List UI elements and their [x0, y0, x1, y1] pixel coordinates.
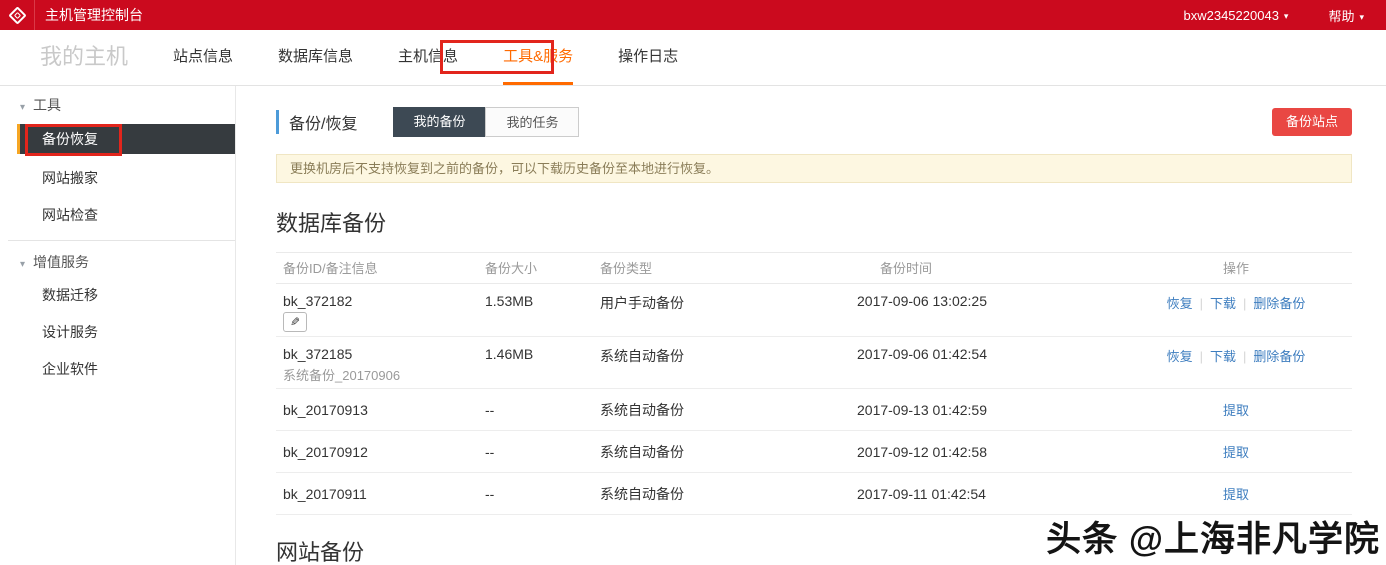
backup-type: 系统自动备份 — [600, 401, 684, 418]
nav-home-title[interactable]: 我的主机 — [40, 30, 128, 85]
my-tasks-button[interactable]: 我的任务 — [485, 107, 580, 137]
tab-tools-services[interactable]: 工具&服务 — [503, 30, 573, 85]
backup-size: 1.53MB — [485, 293, 534, 309]
panel-title: 备份/恢复 — [276, 110, 357, 134]
separator: | — [1199, 349, 1203, 364]
backup-size: -- — [485, 401, 495, 418]
col-id: 备份ID/备注信息 — [283, 261, 378, 276]
download-link[interactable]: 下载 — [1210, 296, 1236, 311]
col-actions: 操作 — [1222, 261, 1249, 276]
sidebar-group-tools[interactable]: ▾ 工具 — [0, 90, 235, 120]
backup-time: 2017-09-11 01:42:54 — [857, 485, 986, 502]
group-title-label: 增值服务 — [33, 254, 90, 270]
backup-time: 2017-09-06 01:42:54 — [857, 346, 987, 362]
extract-link[interactable]: 提取 — [1223, 487, 1249, 502]
chevron-down-icon: ▾ — [1359, 11, 1364, 22]
tab-database-info[interactable]: 数据库信息 — [278, 30, 353, 85]
separator: | — [1199, 296, 1203, 311]
topbar-right: bxw2345220043 ▾ 帮助 ▾ — [1184, 6, 1386, 25]
notice-banner: 更换机房后不支持恢复到之前的备份，可以下载历史备份至本地进行恢复。 — [276, 154, 1352, 183]
sidebar-group-value-added[interactable]: ▾ 增值服务 — [0, 247, 235, 277]
app-title: 主机管理控制台 — [45, 7, 143, 23]
table-header: 备份ID/备注信息 备份大小 备份类型 备份时间 操作 — [276, 252, 1352, 284]
table-row: bk_20170911 -- 系统自动备份 2017-09-11 01:42:5… — [276, 473, 1352, 515]
watermark-text: 头条 @上海非凡学院 — [1046, 520, 1380, 559]
edit-note-button[interactable]: ✎ — [283, 312, 307, 332]
sidebar-divider — [8, 240, 235, 241]
backup-type: 系统自动备份 — [600, 348, 684, 364]
triangle-down-icon: ▾ — [20, 259, 26, 270]
db-backup-heading: 数据库备份 — [276, 211, 387, 236]
col-type: 备份类型 — [600, 261, 653, 276]
sidebar-item-site-move[interactable]: 网站搬家 — [0, 160, 235, 197]
backup-size: 1.46MB — [485, 346, 534, 362]
app-logo-icon — [7, 5, 27, 25]
backup-task-toggle: 我的备份 我的任务 — [393, 107, 580, 137]
extract-link[interactable]: 提取 — [1223, 445, 1249, 460]
table-row: bk_20170912 -- 系统自动备份 2017-09-12 01:42:5… — [276, 431, 1352, 473]
backup-time: 2017-09-06 13:02:25 — [857, 293, 987, 309]
nav-tabbar: 我的主机 站点信息 数据库信息 主机信息 工具&服务 操作日志 — [0, 30, 1386, 86]
backup-time: 2017-09-12 01:42:58 — [857, 443, 987, 460]
backup-type: 系统自动备份 — [600, 443, 684, 460]
backup-id: bk_20170913 — [283, 401, 368, 418]
backup-type: 系统自动备份 — [600, 485, 684, 502]
app-logo — [0, 5, 34, 25]
col-time: 备份时间 — [880, 261, 933, 276]
page-body: ▾ 工具 备份恢复 网站搬家 网站检查 ▾ 增值服务 数据迁移 设计服务 企业软件 … — [0, 86, 1386, 565]
delete-backup-link[interactable]: 删除备份 — [1253, 349, 1305, 364]
group-title-label: 工具 — [33, 97, 62, 113]
main-content: 备份/恢复 我的备份 我的任务 备份站点 更换机房后不支持恢复到之前的备份，可以… — [236, 86, 1386, 565]
backup-time: 2017-09-13 01:42:59 — [857, 401, 987, 418]
backup-id: bk_372185 — [283, 346, 353, 362]
username: bxw2345220043 — [1183, 7, 1279, 23]
backup-site-button[interactable]: 备份站点 — [1271, 108, 1352, 136]
separator: | — [1243, 349, 1247, 364]
table-row: bk_372182 ✎ 1.53MB 用户手动备份 2017-09-06 13:… — [276, 284, 1352, 337]
topbar-divider — [34, 0, 35, 30]
pencil-icon: ✎ — [289, 315, 301, 329]
chevron-down-icon: ▾ — [1283, 10, 1289, 21]
restore-link[interactable]: 恢复 — [1167, 296, 1193, 311]
sidebar-item-site-check[interactable]: 网站检查 — [0, 197, 235, 234]
col-size: 备份大小 — [485, 261, 538, 276]
tab-host-info[interactable]: 主机信息 — [398, 30, 458, 85]
sidebar-item-design-service[interactable]: 设计服务 — [0, 314, 235, 351]
table-row: bk_20170913 -- 系统自动备份 2017-09-13 01:42:5… — [276, 389, 1352, 431]
restore-link[interactable]: 恢复 — [1167, 349, 1193, 364]
help-menu[interactable]: 帮助 ▾ — [1328, 6, 1364, 25]
sidebar-item-enterprise-software[interactable]: 企业软件 — [0, 351, 235, 388]
backup-id: bk_372182 — [283, 293, 353, 309]
topbar: 主机管理控制台 bxw2345220043 ▾ 帮助 ▾ — [0, 0, 1386, 30]
backup-id: bk_20170912 — [283, 443, 368, 460]
download-link[interactable]: 下载 — [1210, 349, 1236, 364]
help-label: 帮助 — [1328, 8, 1355, 24]
sidebar-item-backup-restore[interactable]: 备份恢复 — [17, 124, 235, 154]
separator: | — [1243, 296, 1247, 311]
sidebar-item-data-migration[interactable]: 数据迁移 — [0, 277, 235, 314]
tab-site-info[interactable]: 站点信息 — [173, 30, 233, 85]
table-row: bk_372185 系统备份_20170906 1.46MB 系统自动备份 20… — [276, 337, 1352, 389]
backup-note: 系统备份_20170906 — [283, 368, 401, 383]
sidebar: ▾ 工具 备份恢复 网站搬家 网站检查 ▾ 增值服务 数据迁移 设计服务 企业软件 — [0, 86, 236, 565]
extract-link[interactable]: 提取 — [1223, 403, 1249, 418]
account-menu[interactable]: bxw2345220043 ▾ — [1184, 8, 1289, 23]
delete-backup-link[interactable]: 删除备份 — [1253, 296, 1305, 311]
backup-type: 用户手动备份 — [600, 295, 684, 311]
backup-size: -- — [485, 485, 495, 502]
triangle-down-icon: ▾ — [20, 102, 26, 113]
backup-id: bk_20170911 — [283, 485, 367, 502]
backup-size: -- — [485, 443, 495, 460]
my-backups-button[interactable]: 我的备份 — [393, 107, 486, 137]
tab-operation-log[interactable]: 操作日志 — [618, 30, 678, 85]
panel-header: 备份/恢复 我的备份 我的任务 备份站点 — [276, 107, 1352, 137]
